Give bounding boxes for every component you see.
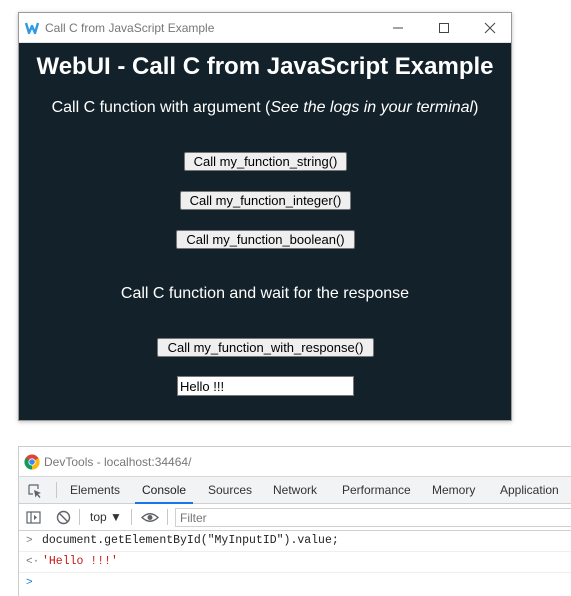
console-prompt: > [26, 535, 33, 547]
clear-console-icon[interactable] [56, 510, 71, 525]
minimize-button[interactable] [375, 13, 421, 43]
execution-context-select[interactable]: top ▼ [90, 510, 122, 524]
devtools-window-title: DevTools - localhost:34464/ [44, 455, 192, 469]
section-heading-suffix: ) [473, 99, 479, 116]
toolbar-separator [131, 509, 132, 525]
app-titlebar[interactable]: Call C from JavaScript Example [19, 13, 511, 43]
console-line-result: <· 'Hello !!!' [19, 552, 571, 573]
app-window-title: Call C from JavaScript Example [45, 21, 215, 35]
toolbar-separator [79, 509, 80, 525]
call-function-with-response-button[interactable]: Call my_function_with_response() [157, 338, 374, 357]
minimize-icon [393, 27, 403, 29]
show-sidebar-icon[interactable] [26, 510, 41, 525]
app-window: Call C from JavaScript Example WebUI - C… [18, 12, 512, 421]
tab-separator [56, 482, 57, 498]
section-heading-argument: Call C function with argument (See the l… [19, 99, 511, 117]
console-line-prompt[interactable]: > [19, 573, 571, 593]
tab-performance[interactable]: Performance [342, 477, 411, 504]
console-result-value: 'Hello !!!' [42, 555, 118, 568]
call-function-string-button[interactable]: Call my_function_string() [184, 152, 347, 171]
my-input-field[interactable] [177, 376, 354, 396]
tab-memory[interactable]: Memory [432, 477, 475, 504]
section-heading-prefix: Call C function with argument ( [51, 99, 271, 116]
section-heading-response: Call C function and wait for the respons… [120, 285, 410, 302]
console-line-input: > document.getElementById("MyInputID").v… [19, 531, 571, 552]
section-heading-italic: See the logs in your terminal [270, 99, 474, 116]
tab-elements[interactable]: Elements [70, 477, 120, 504]
call-function-boolean-button[interactable]: Call my_function_boolean() [176, 230, 355, 249]
webui-logo-icon [25, 22, 39, 35]
console-result-marker: <· [26, 556, 40, 568]
live-expression-eye-icon[interactable] [141, 510, 159, 525]
console-toolbar: top ▼ [19, 504, 571, 531]
devtools-window: DevTools - localhost:34464/ Elements Con… [18, 446, 571, 596]
devtools-tab-bar: Elements Console Sources Network Perform… [19, 476, 571, 504]
tab-application[interactable]: Application [500, 477, 559, 504]
tab-sources[interactable]: Sources [208, 477, 252, 504]
console-filter-input[interactable] [175, 508, 571, 527]
maximize-button[interactable] [421, 13, 467, 43]
close-icon [484, 22, 496, 34]
close-button[interactable] [467, 13, 513, 43]
toolbar-separator [167, 509, 168, 525]
maximize-icon [439, 23, 449, 33]
app-content: WebUI - Call C from JavaScript Example C… [19, 43, 511, 420]
tab-network[interactable]: Network [273, 477, 317, 504]
console-output[interactable]: > document.getElementById("MyInputID").v… [19, 531, 571, 596]
call-function-integer-button[interactable]: Call my_function_integer() [180, 191, 351, 210]
inspect-element-icon[interactable] [27, 483, 43, 499]
chrome-logo-icon [24, 454, 40, 470]
page-title: WebUI - Call C from JavaScript Example [36, 53, 494, 80]
console-input-prompt: > [26, 577, 33, 589]
devtools-titlebar[interactable]: DevTools - localhost:34464/ [19, 447, 571, 476]
console-command: document.getElementById("MyInputID").val… [42, 534, 339, 547]
tab-console[interactable]: Console [135, 477, 194, 504]
